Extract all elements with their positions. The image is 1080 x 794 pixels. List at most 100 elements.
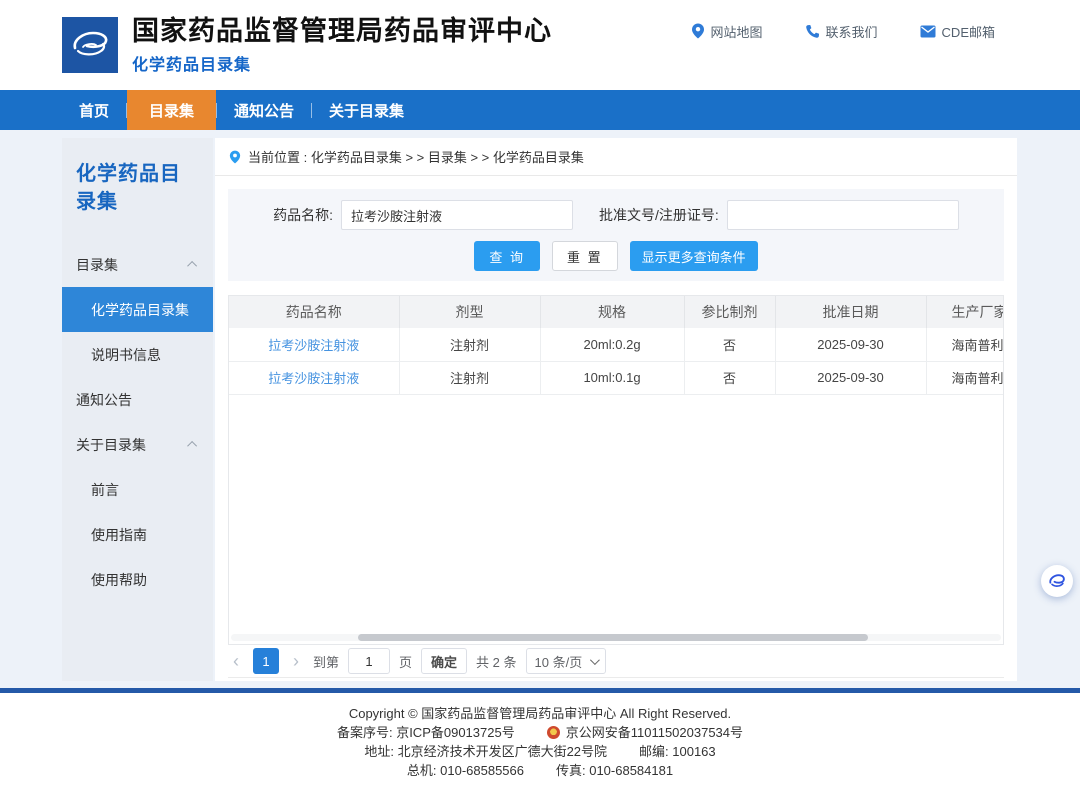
sidebar-group-catalog-label: 目录集 (76, 255, 118, 275)
nav-item-about-catalog[interactable]: 关于目录集 (312, 90, 421, 130)
horizontal-scrollbar-track[interactable] (231, 634, 1001, 641)
map-pin-icon (691, 23, 705, 39)
cell-spec: 10ml:0.1g (540, 361, 684, 394)
sidebar-item-help-label: 使用帮助 (91, 570, 147, 590)
sidebar-item-help[interactable]: 使用帮助 (62, 557, 213, 602)
sidebar-item-preface-label: 前言 (91, 480, 119, 500)
nav-item-home[interactable]: 首页 (62, 90, 126, 130)
sidebar-item-label-info[interactable]: 说明书信息 (62, 332, 213, 377)
horizontal-scrollbar-thumb[interactable] (358, 634, 868, 641)
sidebar-item-chemical-catalog-label: 化学药品目录集 (91, 300, 189, 320)
location-pin-icon (229, 150, 241, 164)
table-row: 拉考沙胺注射液 注射剂 20ml:0.2g 否 2025-09-30 海南普利制… (229, 328, 1004, 361)
next-page-icon[interactable]: › (288, 652, 304, 670)
mail-icon (920, 25, 936, 38)
header-links: 网站地图 联系我们 CDE邮箱 (691, 22, 995, 41)
sitemap-link[interactable]: 网站地图 (691, 22, 763, 41)
sitemap-link-label: 网站地图 (711, 22, 763, 41)
sidebar-group-notices-label: 通知公告 (76, 390, 132, 410)
license-number-label: 批准文号/注册证号: (599, 205, 719, 225)
footer-security-number: 京公网安备11011502037534号 (566, 723, 743, 742)
sidebar-title: 化学药品目录集 (62, 160, 213, 216)
main-panel: 当前位置 : 化学药品目录集 > > 目录集 > > 化学药品目录集 药品名称:… (215, 138, 1017, 681)
sidebar-item-user-guide[interactable]: 使用指南 (62, 512, 213, 557)
cde-mail-link[interactable]: CDE邮箱 (920, 22, 995, 41)
more-conditions-button[interactable]: 显示更多查询条件 (630, 241, 758, 271)
contact-link[interactable]: 联系我们 (805, 22, 878, 41)
column-header-spec: 规格 (540, 296, 684, 328)
site-header: 国家药品监督管理局药品审评中心 化学药品目录集 网站地图 联系我们 CDE邮箱 (0, 0, 1080, 90)
breadcrumb-text: 当前位置 : 化学药品目录集 > > 目录集 > > 化学药品目录集 (248, 147, 584, 166)
cell-approval-date: 2025-09-30 (775, 328, 926, 361)
query-button[interactable]: 查 询 (474, 241, 540, 271)
drug-link[interactable]: 拉考沙胺注射液 (268, 338, 359, 353)
results-table-container: 药品名称 剂型 规格 参比制剂 批准日期 生产厂家 拉考沙胺注射液 注射剂 20… (228, 295, 1004, 645)
footer-copyright: Copyright © 国家药品监督管理局药品审评中心 All Right Re… (0, 704, 1080, 723)
chevron-down-icon (590, 655, 600, 665)
cell-manufacturer: 海南普利制药 (926, 361, 1004, 394)
sidebar-item-label-info-label: 说明书信息 (91, 345, 161, 365)
site-subtitle: 化学药品目录集 (132, 51, 552, 75)
breadcrumb: 当前位置 : 化学药品目录集 > > 目录集 > > 化学药品目录集 (215, 138, 1017, 176)
cell-reference: 否 (684, 361, 775, 394)
footer-phone: 总机: 010-68585566 (407, 761, 524, 780)
total-count-label: 共 2 条 (476, 652, 516, 671)
search-form: 药品名称: 批准文号/注册证号: 查 询 重 置 显示更多查询条件 (228, 189, 1004, 281)
cell-dosage-form: 注射剂 (399, 361, 540, 394)
police-badge-icon (547, 726, 560, 739)
goto-page-input[interactable] (348, 648, 390, 674)
column-header-manufacturer: 生产厂家 (926, 296, 1004, 328)
reset-button[interactable]: 重 置 (552, 241, 618, 271)
cell-approval-date: 2025-09-30 (775, 361, 926, 394)
footer-icp-number: 备案序号: 京ICP备09013725号 (337, 723, 515, 742)
column-header-approval-date: 批准日期 (775, 296, 926, 328)
cell-spec: 20ml:0.2g (540, 328, 684, 361)
float-widget-button[interactable] (1041, 565, 1073, 597)
goto-page-label: 到第 (313, 652, 339, 671)
table-row: 拉考沙胺注射液 注射剂 10ml:0.1g 否 2025-09-30 海南普利制… (229, 361, 1004, 394)
sidebar-item-user-guide-label: 使用指南 (91, 525, 147, 545)
nav-item-catalog[interactable]: 目录集 (127, 90, 216, 130)
sidebar-item-preface[interactable]: 前言 (62, 467, 213, 512)
footer-fax: 传真: 010-68584181 (556, 761, 673, 780)
site-footer: Copyright © 国家药品监督管理局药品审评中心 All Right Re… (0, 693, 1080, 794)
footer-address: 地址: 北京经济技术开发区广德大街22号院 (364, 742, 607, 761)
cell-dosage-form: 注射剂 (399, 328, 540, 361)
drug-name-label: 药品名称: (273, 205, 333, 225)
cde-mail-link-label: CDE邮箱 (942, 22, 995, 41)
page-size-select[interactable]: 10 条/页 (526, 648, 607, 674)
cde-logo-swirl-icon (68, 23, 112, 67)
drug-name-input[interactable] (341, 200, 573, 230)
drug-link[interactable]: 拉考沙胺注射液 (268, 371, 359, 386)
table-header-row: 药品名称 剂型 规格 参比制剂 批准日期 生产厂家 (229, 296, 1004, 328)
main-nav: 首页 目录集 通知公告 关于目录集 (0, 90, 1080, 130)
site-title: 国家药品监督管理局药品审评中心 (132, 15, 552, 47)
results-table: 药品名称 剂型 规格 参比制剂 批准日期 生产厂家 拉考沙胺注射液 注射剂 20… (229, 296, 1004, 395)
phone-icon (805, 24, 820, 39)
page-body: 化学药品目录集 目录集 化学药品目录集 说明书信息 通知公告 关于目录集 前言 … (0, 130, 1080, 688)
cell-reference: 否 (684, 328, 775, 361)
column-header-dosage-form: 剂型 (399, 296, 540, 328)
sidebar-item-chemical-catalog[interactable]: 化学药品目录集 (62, 287, 213, 332)
sidebar: 化学药品目录集 目录集 化学药品目录集 说明书信息 通知公告 关于目录集 前言 … (62, 138, 213, 681)
pagination: ‹ 1 › 到第 页 确定 共 2 条 10 条/页 (228, 645, 1004, 678)
chevron-up-icon (187, 261, 197, 271)
cde-logo (62, 17, 118, 73)
current-page-button[interactable]: 1 (253, 648, 279, 674)
license-number-input[interactable] (727, 200, 959, 230)
sidebar-group-catalog[interactable]: 目录集 (62, 242, 213, 287)
page-unit-label: 页 (399, 652, 412, 671)
column-header-reference: 参比制剂 (684, 296, 775, 328)
goto-confirm-button[interactable]: 确定 (421, 648, 467, 674)
sidebar-group-about[interactable]: 关于目录集 (62, 422, 213, 467)
column-header-drug-name: 药品名称 (229, 296, 399, 328)
cell-manufacturer: 海南普利制药 (926, 328, 1004, 361)
sidebar-group-notices[interactable]: 通知公告 (62, 377, 213, 422)
prev-page-icon[interactable]: ‹ (228, 652, 244, 670)
page-size-value: 10 条/页 (535, 652, 583, 671)
chevron-up-icon (187, 441, 197, 451)
contact-link-label: 联系我们 (826, 22, 878, 41)
sidebar-group-about-label: 关于目录集 (76, 435, 146, 455)
nav-item-notices[interactable]: 通知公告 (217, 90, 311, 130)
float-widget-swirl-icon (1047, 571, 1067, 591)
